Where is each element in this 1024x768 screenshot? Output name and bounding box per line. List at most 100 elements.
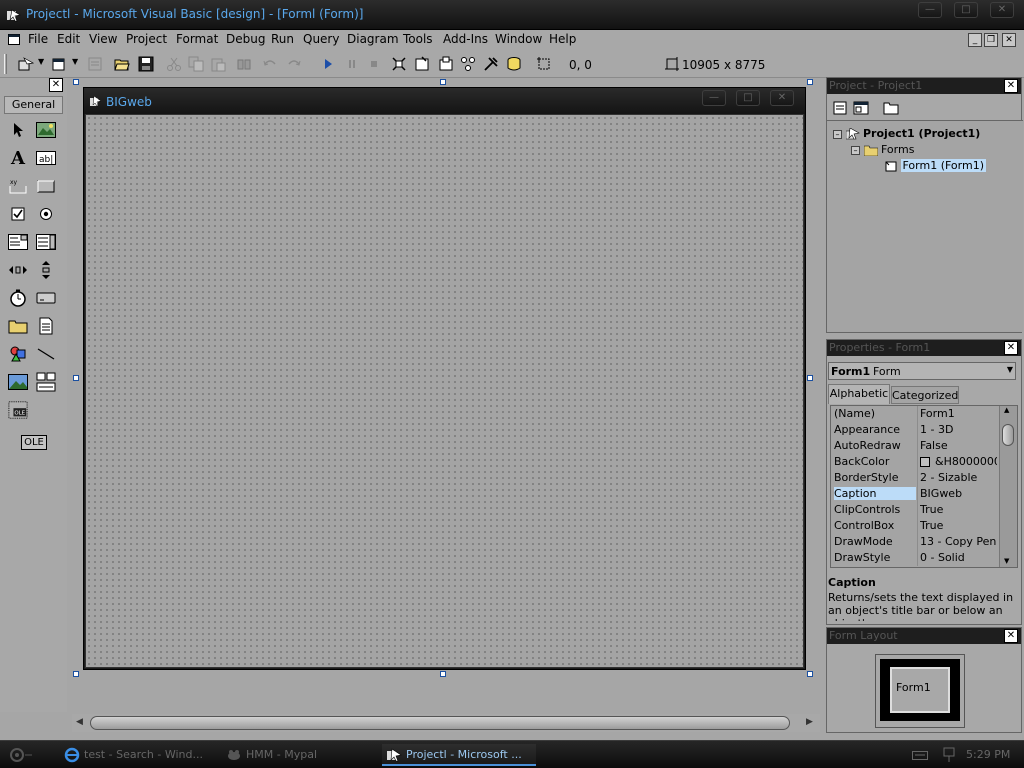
scroll-down-icon[interactable]: ▼ bbox=[1004, 557, 1009, 565]
mdi-close-button[interactable]: ✕ bbox=[1002, 33, 1016, 47]
property-value[interactable]: 1 - 3D bbox=[920, 423, 996, 436]
task-ie[interactable]: test - Search - Wind... bbox=[60, 744, 210, 766]
form-title-bar[interactable]: BIGweb — □ ✕ bbox=[84, 88, 805, 114]
start-button-icon[interactable] bbox=[8, 746, 34, 764]
scroll-left-arrow-icon[interactable]: ◀ bbox=[76, 717, 83, 727]
property-row[interactable]: BorderStyle 2 - Sizable bbox=[831, 470, 997, 486]
frame-tool-icon[interactable]: xy bbox=[8, 176, 28, 196]
save-icon[interactable] bbox=[138, 56, 154, 72]
menu-project[interactable]: Project bbox=[126, 32, 167, 46]
form-minimize-button[interactable]: — bbox=[702, 90, 726, 106]
toolbox-icon[interactable] bbox=[483, 56, 499, 72]
keyboard-tray-icon[interactable] bbox=[912, 749, 928, 761]
toolbox-tab-general[interactable]: General bbox=[4, 96, 63, 114]
form-preview-box[interactable]: Form1 bbox=[890, 667, 950, 713]
property-row[interactable]: DrawMode 13 - Copy Pen bbox=[831, 534, 997, 550]
menu-add-ins[interactable]: Add-Ins bbox=[443, 32, 488, 46]
line-tool-icon[interactable] bbox=[36, 344, 56, 364]
drivelistbox-tool-icon[interactable] bbox=[36, 288, 56, 308]
tab-alphabetic[interactable]: Alphabetic bbox=[828, 384, 890, 404]
property-value[interactable]: 13 - Copy Pen bbox=[920, 535, 996, 548]
add-form-icon[interactable] bbox=[52, 56, 68, 72]
property-row[interactable]: DrawStyle 0 - Solid bbox=[831, 550, 997, 566]
resize-handle-bottom[interactable] bbox=[440, 671, 446, 677]
scroll-up-icon[interactable]: ▲ bbox=[1004, 406, 1009, 414]
maximize-button[interactable]: □ bbox=[954, 2, 978, 18]
textbox-tool-icon[interactable]: ab| bbox=[36, 148, 56, 168]
shape-tool-icon[interactable] bbox=[8, 344, 28, 364]
property-value[interactable]: Form1 bbox=[920, 407, 996, 420]
form-maximize-button[interactable]: □ bbox=[736, 90, 760, 106]
form-layout-icon[interactable] bbox=[438, 56, 454, 72]
menu-run[interactable]: Run bbox=[271, 32, 294, 46]
timer-tool-icon[interactable] bbox=[8, 288, 28, 308]
add-project-dropdown-icon[interactable]: ▼ bbox=[38, 57, 44, 66]
project-explorer-close-button[interactable]: ✕ bbox=[1004, 79, 1018, 93]
collapse-forms-icon[interactable]: – bbox=[851, 145, 860, 155]
project-explorer-icon[interactable] bbox=[391, 56, 407, 72]
task-vb[interactable]: Projectl - Microsoft ... bbox=[382, 744, 536, 766]
property-grid-scrollbar[interactable]: ▲ ▼ bbox=[999, 406, 1017, 567]
toolbar-grip[interactable] bbox=[4, 54, 7, 74]
scroll-right-arrow-icon[interactable]: ▶ bbox=[806, 717, 813, 727]
menu-format[interactable]: Format bbox=[176, 32, 218, 46]
object-browser-icon[interactable] bbox=[460, 56, 476, 72]
properties-window-icon[interactable] bbox=[414, 56, 430, 72]
dropdown-arrow-icon[interactable]: ▼ bbox=[1007, 365, 1013, 374]
optionbutton-tool-icon[interactable] bbox=[36, 204, 56, 224]
add-project-icon[interactable] bbox=[18, 56, 34, 72]
form-close-button[interactable]: ✕ bbox=[770, 90, 794, 106]
hscrollbar-tool-icon[interactable] bbox=[8, 260, 28, 280]
property-value[interactable]: False bbox=[920, 439, 996, 452]
menu-diagram[interactable]: Diagram bbox=[347, 32, 399, 46]
pointer-tool-icon[interactable] bbox=[8, 120, 28, 140]
commandbutton-tool-icon[interactable] bbox=[36, 176, 56, 196]
property-value[interactable]: True bbox=[920, 519, 996, 532]
filelistbox-tool-icon[interactable] bbox=[36, 316, 56, 336]
dirlistbox-tool-icon[interactable] bbox=[8, 316, 28, 336]
picturebox-tool-icon[interactable] bbox=[36, 120, 56, 140]
menu-view[interactable]: View bbox=[89, 32, 117, 46]
property-value[interactable]: BIGweb bbox=[920, 487, 996, 500]
property-scroll-thumb[interactable] bbox=[1002, 424, 1014, 446]
mdi-restore-button[interactable]: ❐ bbox=[984, 33, 998, 47]
menu-query[interactable]: Query bbox=[303, 32, 339, 46]
toggle-folders-icon[interactable] bbox=[883, 101, 899, 115]
menu-debug[interactable]: Debug bbox=[226, 32, 265, 46]
property-value[interactable]: 2 - Sizable bbox=[920, 471, 996, 484]
property-value[interactable]: &H8000000F bbox=[935, 455, 997, 468]
property-row[interactable]: Caption BIGweb bbox=[831, 486, 997, 502]
tree-node-project[interactable]: – Project1 (Project1) bbox=[833, 127, 980, 140]
data-view-icon[interactable] bbox=[506, 56, 522, 72]
combobox-tool-icon[interactable] bbox=[8, 232, 28, 252]
property-row[interactable]: Appearance 1 - 3D bbox=[831, 422, 997, 438]
toolbox-close-button[interactable]: ✕ bbox=[49, 78, 63, 92]
vscrollbar-tool-icon[interactable] bbox=[36, 260, 56, 280]
view-object-icon[interactable] bbox=[853, 101, 869, 115]
menu-help[interactable]: Help bbox=[549, 32, 576, 46]
tab-categorized[interactable]: Categorized bbox=[891, 386, 959, 404]
tree-node-forms[interactable]: – Forms bbox=[851, 143, 914, 156]
task-mypal[interactable]: HMM - Mypal bbox=[222, 744, 372, 766]
listbox-tool-icon[interactable] bbox=[36, 232, 56, 252]
properties-close-button[interactable]: ✕ bbox=[1004, 341, 1018, 355]
property-row[interactable]: ClipControls True bbox=[831, 502, 997, 518]
checkbox-tool-icon[interactable] bbox=[8, 204, 28, 224]
tree-node-form1[interactable]: Form1 (Form1) bbox=[885, 159, 986, 172]
property-value[interactable]: True bbox=[920, 503, 996, 516]
property-row[interactable]: ControlBox True bbox=[831, 518, 997, 534]
collapse-project-icon[interactable]: – bbox=[833, 129, 842, 139]
property-row[interactable]: BackColor&H8000000F bbox=[831, 454, 997, 470]
form-layout-close-button[interactable]: ✕ bbox=[1004, 629, 1018, 643]
view-code-icon[interactable] bbox=[833, 101, 847, 115]
form-client-area[interactable] bbox=[85, 114, 804, 668]
data-tool-icon[interactable] bbox=[36, 372, 56, 392]
minimize-button[interactable]: — bbox=[918, 2, 942, 18]
close-button[interactable]: ✕ bbox=[990, 2, 1014, 18]
label-tool-icon[interactable]: A bbox=[8, 148, 28, 169]
ole-tool-icon[interactable]: OLE bbox=[20, 432, 48, 452]
mdi-minimize-button[interactable]: _ bbox=[968, 33, 982, 47]
designer-horizontal-scrollbar[interactable]: ◀ ▶ bbox=[72, 714, 820, 732]
start-run-icon[interactable] bbox=[320, 56, 336, 72]
scrollbar-thumb[interactable] bbox=[90, 716, 790, 730]
